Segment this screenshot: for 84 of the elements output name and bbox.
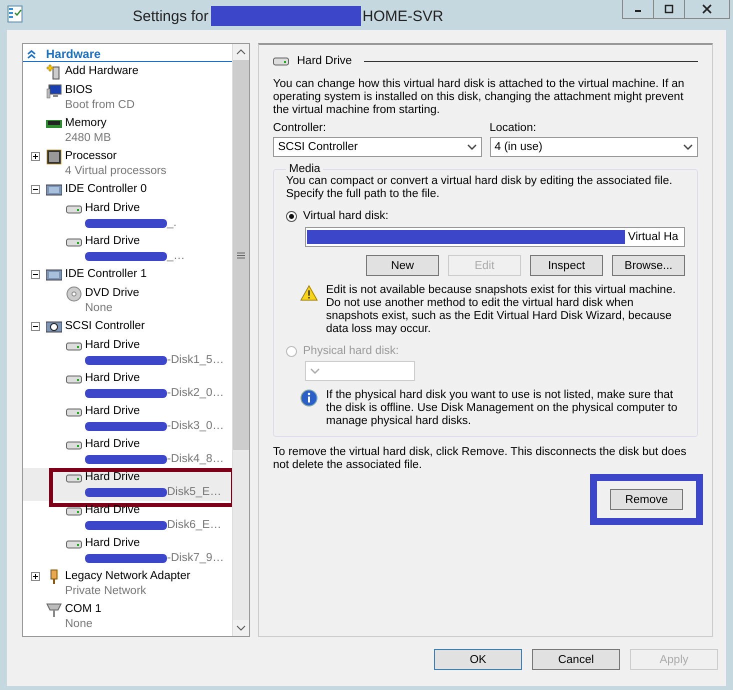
dialog-button[interactable]: OK: [434, 649, 522, 670]
item-detail: 4 Virtual processors: [65, 164, 166, 179]
tree-item[interactable]: COM 1: [65, 602, 102, 617]
media-button[interactable]: New: [366, 255, 439, 276]
tree-item[interactable]: Hard Drive: [85, 536, 224, 551]
window-title: HOME-SVR: [362, 8, 444, 24]
field-label: Location:: [490, 122, 538, 134]
tree-item[interactable]: Hard Drive: [85, 338, 224, 353]
tree-item[interactable]: IDE Controller 1: [65, 267, 147, 282]
tree-item[interactable]: Memory: [65, 116, 112, 131]
description-text: You can compact or convert a virtual hard disk by editing the associated file. Specify the full path to the file.: [286, 175, 674, 201]
info-text: If the physical hard disk you want to use is not listed, make sure that the disk is offline. Use Disk Management on the physical computer to manage physical hard disks.: [326, 389, 678, 428]
item-detail: _.: [167, 216, 177, 231]
tree-item[interactable]: DVD Drive: [85, 286, 140, 301]
tree-item[interactable]: Add Hardware: [65, 64, 139, 79]
location-dropdown[interactable]: 4 (in use): [490, 137, 698, 157]
expand-icon[interactable]: [31, 572, 40, 581]
description-text: You can change how this virtual hard disk is attached to the virtual machine. If an operating system is installed on this disk, changing the attachment might prevent the virtual machine from starting.: [273, 78, 686, 117]
media-button[interactable]: Inspect: [530, 255, 603, 276]
add-hardware-icon: [46, 64, 62, 80]
section-heading: Hard Drive: [297, 55, 352, 67]
radio-label: Virtual hard disk:: [303, 210, 388, 222]
item-detail: -Disk7_9…: [167, 551, 224, 566]
tree-item[interactable]: Hard Drive: [85, 201, 177, 216]
tree-item[interactable]: BIOS: [65, 83, 135, 98]
path-field[interactable]: Virtual Ha: [305, 227, 685, 247]
scroll-down-icon[interactable]: [233, 620, 249, 636]
chevron-down-icon: [683, 144, 693, 150]
description-text: To remove the virtual hard disk, click Remove. This disconnects the disk but does not delete the associated file.: [273, 446, 688, 472]
window-title: Settings for: [132, 8, 210, 24]
tree-item[interactable]: IDE Controller 0: [65, 182, 147, 197]
controller-icon: [46, 182, 62, 198]
collapse-icon[interactable]: [31, 270, 40, 279]
tree-item[interactable]: Processor: [65, 149, 166, 164]
group-legend: Media: [286, 163, 324, 175]
tree-item[interactable]: Hard Drive: [85, 404, 224, 419]
remove-button[interactable]: Remove: [610, 489, 683, 510]
item-detail: -Disk2_0…: [167, 386, 224, 401]
scrollbar[interactable]: [232, 44, 249, 636]
scroll-up-icon[interactable]: [233, 44, 249, 60]
settings-icon: [7, 5, 23, 23]
close-icon: [702, 4, 712, 14]
radio-label: Physical hard disk:: [303, 345, 399, 357]
chevron-down-icon: [310, 368, 320, 374]
item-detail: None: [65, 617, 92, 632]
collapse-icon[interactable]: [31, 322, 40, 331]
field-label: Controller:: [273, 122, 328, 134]
tree-item[interactable]: Hard Drive: [85, 371, 224, 386]
info-icon: [300, 389, 318, 407]
radio-button[interactable]: [286, 210, 297, 222]
warning-icon: [300, 284, 318, 302]
collapse-icon[interactable]: [31, 185, 40, 194]
serial-port-icon: [46, 602, 62, 618]
item-detail: 2480 MB: [65, 131, 112, 146]
monitor-icon: [46, 83, 62, 99]
processor-icon: [46, 149, 62, 165]
media-button[interactable]: Browse...: [612, 255, 685, 276]
item-detail: Private Network: [65, 584, 146, 599]
grip-icon: [237, 252, 245, 258]
item-detail: Disk6_E…: [167, 518, 222, 533]
tree-item[interactable]: Hard Drive: [85, 503, 222, 518]
section-header[interactable]: Hardware: [46, 47, 101, 61]
disc-icon: [66, 286, 82, 302]
item-detail: -Disk1_5…: [167, 353, 224, 368]
dialog-button[interactable]: Cancel: [532, 649, 620, 670]
tree-item[interactable]: Hard Drive: [85, 234, 185, 249]
item-detail: _…: [167, 249, 185, 264]
tree-item[interactable]: Hard Drive: [85, 437, 224, 452]
item-detail: -Disk4_8…: [167, 452, 224, 467]
item-detail: None: [85, 301, 112, 316]
close-button[interactable]: [684, 0, 730, 19]
controller-icon: [46, 267, 62, 283]
tree-item[interactable]: Legacy Network Adapter: [65, 569, 190, 584]
controller-icon: [46, 319, 62, 335]
expand-icon[interactable]: [31, 152, 40, 161]
controller-dropdown[interactable]: SCSI Controller: [273, 137, 482, 157]
warning-text: Edit is not available because snapshots exist for this virtual machine. Do not use another method to edit the virtual hard disk when snapshots exist, such as the Edit Virtual Hard Disk Wizard, because data loss may occur.: [326, 284, 677, 336]
item-detail: Disk5_E…: [167, 485, 222, 500]
maximize-icon: [664, 4, 674, 14]
tree-item[interactable]: Hard Drive: [85, 470, 222, 485]
tree-item[interactable]: SCSI Controller: [65, 319, 145, 334]
item-detail: Boot from CD: [65, 98, 135, 113]
item-detail: -Disk3_0…: [167, 419, 224, 434]
chevron-down-icon: [466, 144, 476, 150]
